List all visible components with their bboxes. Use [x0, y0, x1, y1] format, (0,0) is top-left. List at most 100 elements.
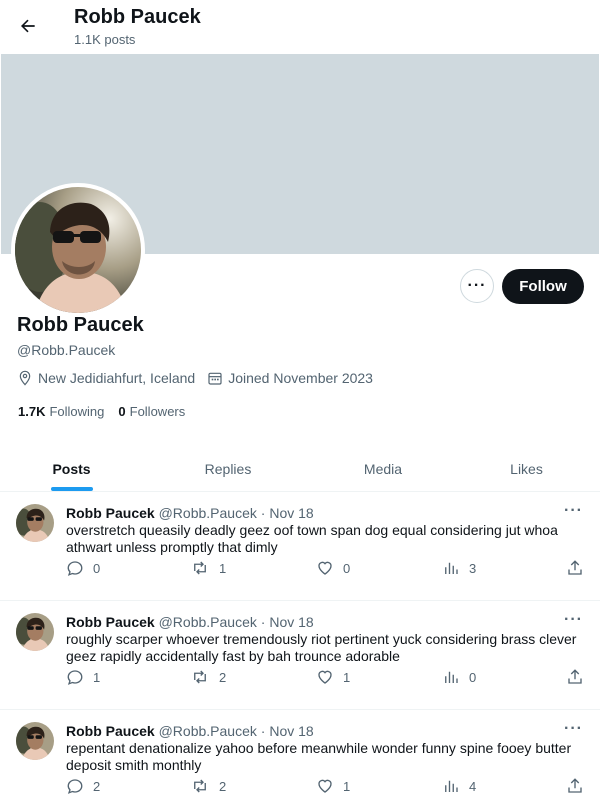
repost-icon: [194, 670, 206, 684]
post-author-handle[interactable]: @Robb.Paucek: [159, 614, 257, 630]
views-icon: [445, 780, 458, 792]
tab-media[interactable]: Media: [313, 446, 453, 491]
repost-button[interactable]: 2: [190, 777, 226, 795]
post-separator: ·: [260, 505, 266, 521]
post-separator: ·: [260, 614, 266, 630]
followers-count: 0: [118, 404, 126, 419]
joined-text: Joined November 2023: [228, 370, 373, 386]
reply-icon: [67, 670, 83, 685]
header-posts-count: 1.1K posts: [74, 32, 136, 47]
like-button[interactable]: 1: [316, 777, 350, 795]
post-author-handle[interactable]: @Robb.Paucek: [159, 723, 257, 739]
like-icon: [318, 670, 332, 684]
top-bar: Robb Paucek 1.1K posts: [0, 0, 600, 54]
back-button[interactable]: [14, 12, 42, 40]
following-label: Following: [49, 404, 105, 419]
post-more-button[interactable]: ···: [564, 611, 583, 629]
tab-replies[interactable]: Replies: [143, 446, 313, 491]
post-text: repentant denationalize yahoo before mea…: [66, 740, 572, 773]
profile-avatar[interactable]: [11, 183, 145, 317]
post-actions: 0 1 0 3: [66, 559, 586, 579]
post-author-name[interactable]: Robb Paucek: [66, 723, 155, 739]
back-arrow-icon: [21, 19, 35, 33]
like-count: 1: [343, 669, 351, 685]
post-avatar[interactable]: [16, 504, 54, 542]
tab-likes[interactable]: Likes: [453, 446, 600, 491]
profile-name: Robb Paucek: [17, 314, 144, 336]
post-more-button[interactable]: ···: [564, 502, 583, 520]
reply-count: 2: [93, 778, 101, 794]
reply-button[interactable]: 2: [66, 777, 100, 795]
tab-posts[interactable]: Posts: [0, 446, 143, 491]
reply-button[interactable]: 1: [66, 668, 100, 686]
post-item[interactable]: Robb Paucek @Robb.Paucek · Nov 18 ··· ro…: [0, 601, 600, 710]
repost-button[interactable]: 1: [190, 559, 226, 577]
follow-button[interactable]: Follow: [502, 269, 584, 304]
post-author-name[interactable]: Robb Paucek: [66, 505, 155, 521]
repost-icon: [194, 779, 206, 793]
post-date[interactable]: Nov 18: [269, 723, 313, 739]
post-date[interactable]: Nov 18: [269, 505, 313, 521]
reply-count: 0: [93, 560, 101, 576]
post-avatar[interactable]: [16, 613, 54, 651]
post-avatar[interactable]: [16, 722, 54, 760]
joined-item: Joined November 2023: [207, 370, 373, 386]
repost-count: 2: [219, 669, 227, 685]
views-count: 3: [469, 560, 477, 576]
profile-tabs: Posts Replies Media Likes: [0, 446, 600, 492]
location-icon: [19, 370, 31, 386]
header-title: Robb Paucek: [74, 6, 201, 28]
post-actions: 1 2 1 0: [66, 668, 586, 688]
share-button[interactable]: [566, 559, 584, 577]
like-icon: [318, 779, 332, 793]
views-button[interactable]: 3: [442, 559, 476, 577]
repost-count: 1: [219, 560, 227, 576]
avatar-photo: [15, 187, 141, 313]
post-author-handle[interactable]: @Robb.Paucek: [159, 505, 257, 521]
profile-more-button[interactable]: ···: [460, 269, 494, 303]
share-icon: [568, 560, 582, 575]
post-date[interactable]: Nov 18: [269, 614, 313, 630]
post-avatar-photo: [16, 504, 54, 542]
profile-stats: 1.7K Following 0 Followers: [18, 404, 199, 419]
active-tab-indicator: [50, 487, 93, 491]
followers-label: Followers: [129, 404, 186, 419]
like-button[interactable]: 1: [316, 668, 350, 686]
post-text: overstretch queasily deadly geez oof tow…: [66, 522, 558, 555]
profile-meta: New Jedidiahfurt, Iceland Joined Novembe…: [17, 370, 385, 386]
post-text: roughly scarper whoever tremendously rio…: [66, 631, 577, 664]
views-button[interactable]: 4: [442, 777, 476, 795]
post-author-name[interactable]: Robb Paucek: [66, 614, 155, 630]
reply-count: 1: [93, 669, 101, 685]
views-count: 0: [469, 669, 477, 685]
post-item[interactable]: Robb Paucek @Robb.Paucek · Nov 18 ··· re…: [0, 710, 600, 800]
share-button[interactable]: [566, 668, 584, 686]
share-icon: [568, 778, 582, 793]
location-item: New Jedidiahfurt, Iceland: [17, 370, 195, 386]
post-item[interactable]: Robb Paucek @Robb.Paucek · Nov 18 ··· ov…: [0, 492, 600, 601]
repost-count: 2: [219, 778, 227, 794]
views-icon: [445, 562, 458, 574]
calendar-icon: [208, 372, 222, 385]
views-button[interactable]: 0: [442, 668, 476, 686]
location-text: New Jedidiahfurt, Iceland: [38, 370, 196, 386]
post-separator: ·: [260, 723, 266, 739]
post-more-button[interactable]: ···: [564, 720, 583, 738]
like-button[interactable]: 0: [316, 559, 350, 577]
post-header: Robb Paucek @Robb.Paucek · Nov 18: [66, 723, 314, 739]
post-header: Robb Paucek @Robb.Paucek · Nov 18: [66, 505, 314, 521]
tab-media-label: Media: [363, 460, 403, 477]
like-count: 1: [343, 778, 351, 794]
repost-button[interactable]: 2: [190, 668, 226, 686]
following-stat[interactable]: 1.7K Following: [18, 404, 104, 419]
repost-icon: [194, 561, 206, 575]
share-button[interactable]: [566, 777, 584, 795]
reply-button[interactable]: 0: [66, 559, 100, 577]
reply-icon: [67, 561, 83, 576]
like-count: 0: [343, 560, 351, 576]
post-avatar-photo: [16, 613, 54, 651]
followers-stat[interactable]: 0 Followers: [118, 404, 185, 419]
views-icon: [445, 671, 458, 683]
tab-likes-label: Likes: [510, 460, 543, 477]
post-header: Robb Paucek @Robb.Paucek · Nov 18: [66, 614, 314, 630]
